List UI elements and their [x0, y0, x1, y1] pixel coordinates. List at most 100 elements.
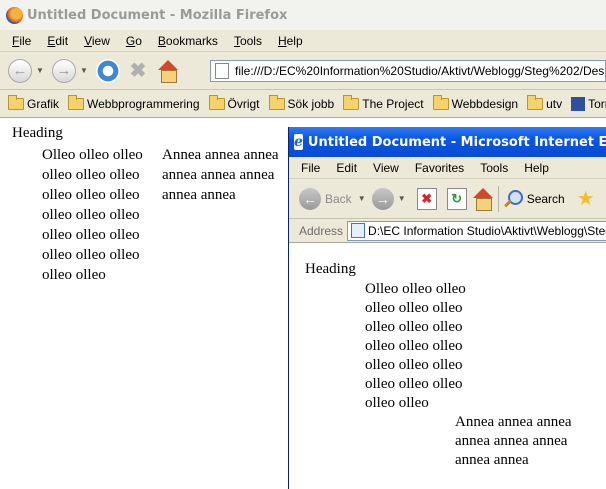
ff-menu-bookmarks[interactable]: Bookmarks	[150, 34, 226, 48]
annea-line: annea annea	[455, 452, 529, 468]
ff-menu-go[interactable]: Go	[118, 34, 150, 48]
ff-back-dropdown-icon[interactable]: ▼	[36, 66, 46, 75]
bookmark-label: Övrigt	[227, 96, 260, 111]
ie-page-content: Heading Olleo olleo olleo olleo olleo ol…	[289, 243, 606, 489]
olleo-line: olleo olleo olleo	[42, 207, 140, 223]
bookmark-label: The Project	[362, 96, 424, 111]
ff-menu-edit[interactable]: Edit	[39, 34, 76, 48]
olleo-line: olleo olleo olleo	[365, 319, 463, 335]
ie-favorites-star-icon[interactable]: ★	[577, 186, 595, 211]
firefox-title-bar[interactable]: Untitled Document - Mozilla Firefox	[0, 0, 606, 30]
bookmark-grafik[interactable]: Grafik	[8, 94, 60, 111]
ff-menu-help[interactable]: Help	[270, 34, 311, 48]
toolbar-separator	[497, 185, 499, 212]
bookmark-webbprogrammering[interactable]: Webbprogrammering	[68, 94, 200, 111]
ie-window-title: Untitled Document - Microsoft Internet E…	[307, 134, 606, 150]
torrent-site-icon	[571, 96, 586, 111]
ie-home-icon[interactable]	[472, 187, 494, 211]
annea-line: annea annea	[162, 187, 236, 203]
annea-line: annea annea annea	[455, 433, 568, 449]
olleo-column: Olleo olleo olleo olleo olleo olleo olle…	[365, 280, 466, 413]
annea-column: Annea annea annea annea annea annea anne…	[455, 413, 572, 470]
folder-icon	[268, 94, 285, 110]
ie-back-button[interactable]: Back	[325, 192, 352, 206]
ff-menu-file[interactable]: File	[4, 34, 39, 48]
bookmark-the-project[interactable]: The Project	[343, 94, 424, 111]
ie-search-button[interactable]: Search	[527, 192, 565, 206]
annea-column: Annea annea annea annea annea annea anne…	[162, 145, 279, 205]
ff-menu-tools[interactable]: Tools	[226, 34, 270, 48]
page-icon	[215, 63, 229, 79]
folder-icon	[8, 94, 24, 110]
ff-menu-view[interactable]: View	[76, 34, 118, 48]
bookmark-sok-jobb[interactable]: Sök jobb	[268, 94, 335, 111]
ie-menu-help[interactable]: Help	[516, 161, 557, 175]
bookmark-webbdesign[interactable]: Webbdesign	[432, 94, 519, 111]
ie-forward-dropdown-icon[interactable]: ▼	[398, 194, 408, 203]
bookmark-label: Webbprogrammering	[87, 96, 200, 111]
back-arrow-icon: ←	[8, 58, 32, 83]
ie-address-input[interactable]: D:\EC Information Studio\Aktivt\Weblogg\…	[347, 220, 606, 241]
firefox-menu-bar: File Edit View Go Bookmarks Tools Help	[0, 30, 606, 52]
page-icon	[351, 223, 366, 238]
bookmark-utv[interactable]: utv	[527, 94, 563, 111]
stop-icon: ✖	[129, 59, 147, 82]
olleo-line: olleo olleo olleo	[42, 227, 140, 243]
page-heading: Heading	[12, 125, 63, 141]
annea-line: annea annea annea	[162, 167, 275, 183]
ff-forward-button[interactable]: →	[50, 57, 78, 85]
ff-back-button[interactable]: ←	[6, 57, 34, 85]
olleo-line: olleo olleo olleo	[42, 187, 140, 203]
ie-back-arrow-icon[interactable]: ←	[299, 187, 321, 210]
olleo-line: Olleo olleo olleo	[365, 281, 466, 297]
olleo-line: olleo olleo olleo	[365, 357, 463, 373]
bookmark-label: Sök jobb	[287, 96, 335, 111]
ie-menu-view[interactable]: View	[365, 161, 407, 175]
ie-menu-file[interactable]: File	[293, 161, 328, 175]
ff-reload-button[interactable]	[94, 57, 122, 85]
bookmark-label: Torrent	[588, 96, 606, 111]
ie-standard-toolbar: ← Back ▼ → ▼ ✖ ↻ Search ★	[289, 179, 606, 219]
ie-logo-icon: e	[294, 134, 303, 150]
ie-search-icon[interactable]	[503, 189, 523, 209]
ff-url-input[interactable]: file:///D:/EC%20Information%20Studio/Akt…	[210, 60, 606, 82]
ie-menu-bar: File Edit View Favorites Tools Help	[289, 157, 606, 179]
olleo-line: olleo olleo	[42, 267, 106, 283]
ie-address-text: D:\EC Information Studio\Aktivt\Weblogg\…	[368, 223, 606, 238]
olleo-line: olleo olleo olleo	[365, 338, 463, 354]
olleo-column: Olleo olleo olleo olleo olleo olleo olle…	[42, 145, 143, 285]
ie-title-bar[interactable]: e Untitled Document - Microsoft Internet…	[289, 127, 606, 157]
ff-home-button[interactable]	[154, 57, 182, 85]
ie-stop-icon[interactable]: ✖	[416, 187, 437, 210]
bookmark-label: Webbdesign	[451, 96, 519, 111]
firefox-logo-icon	[6, 6, 23, 24]
firefox-navigation-toolbar: ← ▼ → ▼ ✖ file:///D:/EC%20Information%20…	[0, 52, 606, 90]
olleo-line: olleo olleo olleo	[42, 247, 140, 263]
ie-forward-arrow-icon[interactable]: →	[371, 187, 394, 210]
reload-icon	[96, 58, 120, 83]
ff-stop-button[interactable]: ✖	[124, 57, 152, 85]
firefox-window-title: Untitled Document - Mozilla Firefox	[27, 7, 288, 23]
ie-back-dropdown-icon[interactable]: ▼	[358, 194, 368, 203]
forward-arrow-icon: →	[52, 58, 76, 83]
ie-menu-favorites[interactable]: Favorites	[407, 161, 472, 175]
ie-window: e Untitled Document - Microsoft Internet…	[288, 127, 606, 489]
olleo-line: olleo olleo olleo	[365, 376, 463, 392]
annea-line: Annea annea annea	[162, 147, 279, 163]
ff-forward-dropdown-icon[interactable]: ▼	[80, 66, 90, 75]
folder-icon	[68, 94, 85, 110]
bookmark-label: Grafik	[27, 96, 60, 111]
folder-icon	[527, 94, 544, 110]
folder-icon	[343, 94, 360, 110]
folder-icon	[208, 94, 225, 110]
ie-menu-edit[interactable]: Edit	[328, 161, 365, 175]
olleo-line: Olleo olleo olleo	[42, 147, 143, 163]
bookmark-torrent[interactable]: Torrent	[571, 96, 606, 111]
ie-refresh-icon[interactable]: ↻	[446, 187, 467, 210]
olleo-line: olleo olleo olleo	[365, 300, 463, 316]
firefox-bookmarks-toolbar: Grafik Webbprogrammering Övrigt Sök jobb…	[0, 90, 606, 118]
bookmark-label: utv	[546, 96, 563, 111]
olleo-line: olleo olleo	[365, 395, 429, 411]
bookmark-ovrigt[interactable]: Övrigt	[208, 94, 260, 111]
ie-menu-tools[interactable]: Tools	[472, 161, 516, 175]
